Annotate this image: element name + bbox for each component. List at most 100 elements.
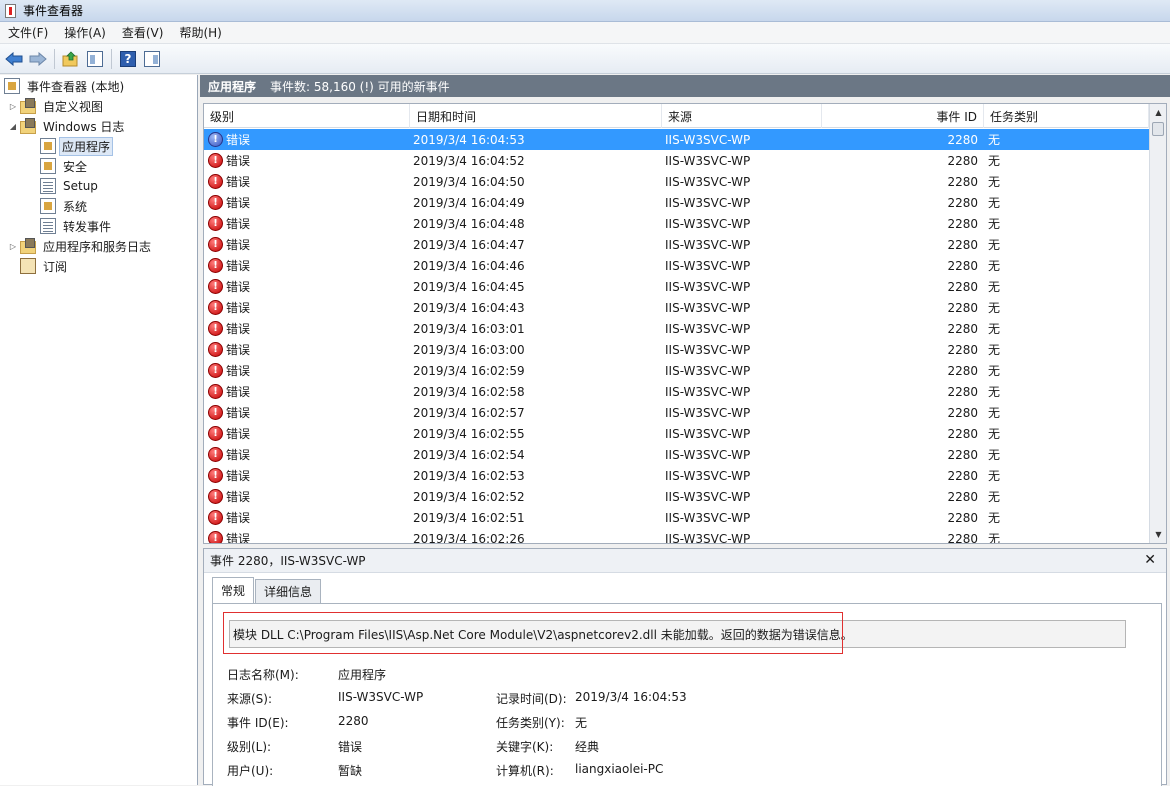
cell-event-id: 2280 [947, 447, 978, 462]
menu-view[interactable]: 查看(V) [114, 24, 172, 41]
cell-datetime: 2019/3/4 16:04:48 [413, 216, 525, 231]
table-row[interactable]: ! 错误 2019/3/4 16:02:58 IIS-W3SVC-WP 2280 无 [204, 381, 1149, 402]
table-row[interactable]: ! 错误 2019/3/4 16:02:54 IIS-W3SVC-WP 2280 无 [204, 444, 1149, 465]
cell-event-id: 2280 [947, 510, 978, 525]
event-detail-pane: 事件 2280，IIS-W3SVC-WP ✕ 常规 详细信息 模块 DLL C:… [203, 548, 1167, 786]
tab-general[interactable]: 常规 [212, 577, 255, 603]
column-datetime[interactable]: 日期和时间 [410, 104, 662, 128]
cell-level: ! 错误 [204, 423, 410, 444]
cell-event-id: 2280 [947, 384, 978, 399]
tab-details[interactable]: 详细信息 [255, 579, 322, 603]
table-row[interactable]: ! 错误 2019/3/4 16:04:53 IIS-W3SVC-WP 2280 无 [204, 129, 1149, 150]
column-source[interactable]: 来源 [662, 104, 822, 128]
table-row[interactable]: ! 错误 2019/3/4 16:04:43 IIS-W3SVC-WP 2280 无 [204, 297, 1149, 318]
table-row[interactable]: ! 错误 2019/3/4 16:04:46 IIS-W3SVC-WP 2280 无 [204, 255, 1149, 276]
cell-source: IIS-W3SVC-WP [665, 405, 751, 420]
log-name-label: 日志名称(M): [227, 668, 299, 682]
column-task-category[interactable]: 任务类别 [984, 104, 1149, 128]
cell-datetime: 2019/3/4 16:04:52 [413, 153, 525, 168]
tree-item-windows-logs[interactable]: ◢ Windows 日志 [8, 116, 128, 136]
folder-icon [20, 237, 36, 254]
level-text: 错误 [226, 133, 251, 147]
level-text: 错误 [226, 154, 251, 168]
cell-task-category: 无 [988, 406, 1001, 420]
toolbar-separator [111, 48, 112, 69]
tree-label: 事件查看器 (本地) [27, 79, 125, 94]
table-row[interactable]: ! 错误 2019/3/4 16:02:53 IIS-W3SVC-WP 2280 无 [204, 465, 1149, 486]
level-text: 错误 [226, 385, 251, 399]
table-row[interactable]: ! 错误 2019/3/4 16:02:52 IIS-W3SVC-WP 2280 无 [204, 486, 1149, 507]
error-icon: ! [208, 279, 223, 294]
back-button[interactable] [4, 49, 24, 69]
error-icon: ! [208, 153, 223, 168]
menu-file[interactable]: 文件(F) [0, 24, 56, 41]
tree-label: Setup [63, 179, 98, 193]
event-detail-title: 事件 2280，IIS-W3SVC-WP [210, 554, 366, 568]
table-row[interactable]: ! 错误 2019/3/4 16:04:47 IIS-W3SVC-WP 2280 无 [204, 234, 1149, 255]
scroll-down-icon[interactable]: ▼ [1150, 526, 1166, 543]
annotation-highlight [223, 612, 843, 654]
show-tree-icon [87, 50, 103, 67]
tree-item-subscriptions[interactable]: 订阅 [20, 256, 71, 276]
cell-task-category: 无 [988, 301, 1001, 315]
table-row[interactable]: ! 错误 2019/3/4 16:02:51 IIS-W3SVC-WP 2280 无 [204, 507, 1149, 528]
cell-datetime: 2019/3/4 16:02:26 [413, 531, 525, 544]
table-row[interactable]: ! 错误 2019/3/4 16:04:45 IIS-W3SVC-WP 2280 无 [204, 276, 1149, 297]
level-text: 错误 [226, 490, 251, 504]
help-button[interactable]: ? [118, 49, 138, 69]
cell-source: IIS-W3SVC-WP [665, 510, 751, 525]
close-icon[interactable]: ✕ [1144, 552, 1156, 568]
cell-task-category: 无 [988, 385, 1001, 399]
scroll-up-icon[interactable]: ▲ [1150, 104, 1166, 121]
table-row[interactable]: ! 错误 2019/3/4 16:04:48 IIS-W3SVC-WP 2280 无 [204, 213, 1149, 234]
table-row[interactable]: ! 错误 2019/3/4 16:02:59 IIS-W3SVC-WP 2280 无 [204, 360, 1149, 381]
table-row[interactable]: ! 错误 2019/3/4 16:04:52 IIS-W3SVC-WP 2280 无 [204, 150, 1149, 171]
cell-task-category: 无 [988, 364, 1001, 378]
cell-datetime: 2019/3/4 16:02:55 [413, 426, 525, 441]
menu-action[interactable]: 操作(A) [56, 24, 114, 41]
table-row[interactable]: ! 错误 2019/3/4 16:02:26 IIS-W3SVC-WP 2280 无 [204, 528, 1149, 544]
menu-help[interactable]: 帮助(H) [171, 24, 229, 41]
show-tree-button[interactable] [85, 49, 105, 69]
tree-label: 订阅 [43, 259, 68, 274]
window-title: 事件查看器 [23, 4, 84, 18]
table-row[interactable]: ! 错误 2019/3/4 16:04:49 IIS-W3SVC-WP 2280 无 [204, 192, 1149, 213]
cell-event-id: 2280 [947, 237, 978, 252]
cell-level: ! 错误 [204, 507, 410, 528]
keywords-value: 经典 [575, 740, 600, 754]
tree-item-application[interactable]: 应用程序 [40, 136, 114, 156]
computer-value: liangxiaolei-PC [575, 762, 664, 776]
column-level[interactable]: 级别 [204, 104, 410, 128]
expand-icon[interactable]: ▷ [8, 241, 18, 251]
tree-item-app-service-logs[interactable]: ▷ 应用程序和服务日志 [8, 236, 155, 256]
event-list-scrollbar[interactable]: ▲ ▼ [1149, 104, 1166, 543]
level-text: 错误 [226, 196, 251, 210]
table-row[interactable]: ! 错误 2019/3/4 16:03:00 IIS-W3SVC-WP 2280 无 [204, 339, 1149, 360]
up-folder-button[interactable] [61, 49, 81, 69]
tree-item-setup[interactable]: Setup [40, 176, 102, 196]
cell-event-id: 2280 [947, 195, 978, 210]
scroll-thumb[interactable] [1152, 122, 1164, 136]
collapse-icon[interactable]: ◢ [8, 121, 18, 131]
forward-button[interactable] [28, 49, 48, 69]
table-row[interactable]: ! 错误 2019/3/4 16:03:01 IIS-W3SVC-WP 2280 无 [204, 318, 1149, 339]
column-event-id[interactable]: 事件 ID [822, 104, 984, 128]
table-row[interactable]: ! 错误 2019/3/4 16:04:50 IIS-W3SVC-WP 2280 无 [204, 171, 1149, 192]
cell-task-category: 无 [988, 217, 1001, 231]
table-row[interactable]: ! 错误 2019/3/4 16:02:55 IIS-W3SVC-WP 2280 无 [204, 423, 1149, 444]
cell-level: ! 错误 [204, 465, 410, 486]
tree-item-root[interactable]: 事件查看器 (本地) [4, 76, 128, 96]
show-action-pane-button[interactable] [142, 49, 162, 69]
tree-item-custom-views[interactable]: ▷ 自定义视图 [8, 96, 107, 116]
cell-event-id: 2280 [947, 300, 978, 315]
toolbar-separator [54, 48, 55, 69]
tree-label: 转发事件 [63, 219, 112, 234]
cell-datetime: 2019/3/4 16:02:51 [413, 510, 525, 525]
tree-item-system[interactable]: 系统 [40, 196, 91, 216]
expand-icon[interactable]: ▷ [8, 101, 18, 111]
tree-item-security[interactable]: 安全 [40, 156, 91, 176]
tree-item-forwarded-events[interactable]: 转发事件 [40, 216, 115, 236]
table-row[interactable]: ! 错误 2019/3/4 16:02:57 IIS-W3SVC-WP 2280 无 [204, 402, 1149, 423]
level-text: 错误 [226, 175, 251, 189]
cell-task-category: 无 [988, 175, 1001, 189]
